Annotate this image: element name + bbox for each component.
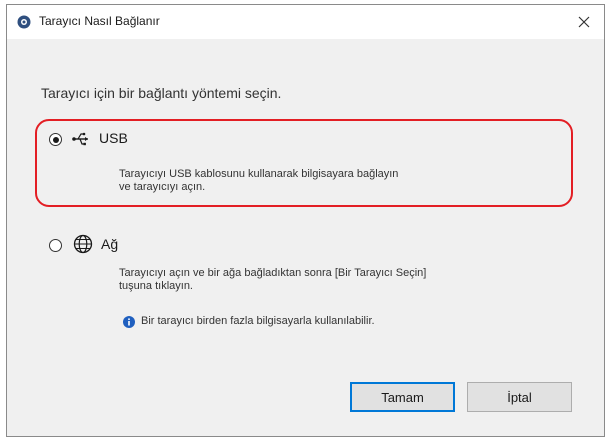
ok-button[interactable]: Tamam [350,382,455,412]
title-bar: Tarayıcı Nasıl Bağlanır [7,5,604,39]
close-icon [578,16,590,28]
usb-icon [72,132,88,146]
info-icon [123,316,135,328]
network-option-label[interactable]: Ağ [101,236,118,252]
close-button[interactable] [564,5,604,39]
globe-icon [73,234,93,254]
network-radio[interactable] [49,239,62,252]
network-description-line2: tuşuna tıklayın. [119,280,193,292]
usb-option-label[interactable]: USB [99,130,128,146]
usb-description-line2: ve tarayıcıyı açın. [119,181,206,193]
scanner-app-icon [17,15,31,29]
usb-radio[interactable] [49,133,62,146]
info-note: Bir tarayıcı birden fazla bilgisayarla k… [141,315,375,327]
window-title: Tarayıcı Nasıl Bağlanır [39,14,160,28]
network-option-description: Tarayıcıyı açın ve bir ağa bağladıktan s… [119,267,426,293]
usb-option-description: Tarayıcıyı USB kablosunu kullanarak bilg… [119,168,398,194]
usb-description-line1: Tarayıcıyı USB kablosunu kullanarak bilg… [119,168,399,180]
dialog-window: Tarayıcı Nasıl Bağlanır Tarayıcı için bi… [6,4,605,437]
cancel-button[interactable]: İptal [467,382,572,412]
network-description-line1: Tarayıcıyı açın ve bir ağa bağladıktan s… [119,267,427,279]
instruction-text: Tarayıcı için bir bağlantı yöntemi seçin… [41,85,282,101]
